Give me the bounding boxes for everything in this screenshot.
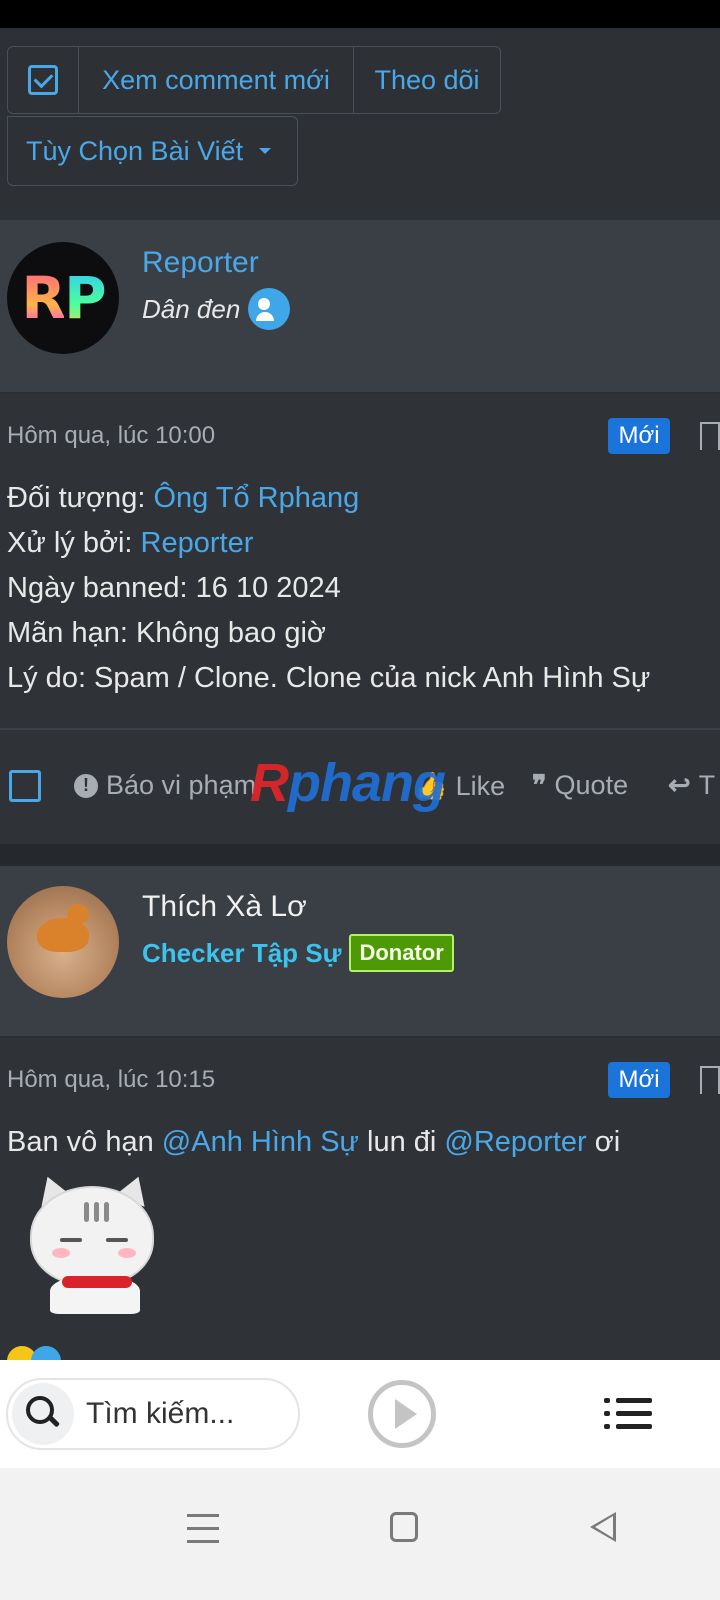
username-link[interactable]: Thích Xà Lơ	[142, 890, 307, 924]
reply-label: T	[698, 770, 716, 800]
cat-stripe	[104, 1202, 109, 1222]
reactions-summary[interactable]	[7, 1346, 67, 1360]
cat-stripe	[84, 1202, 89, 1222]
status-bar	[0, 0, 720, 28]
new-badge: Mới	[608, 1062, 670, 1098]
new-badge: Mới	[608, 418, 670, 454]
system-navigation-bar	[0, 1468, 720, 1600]
recents-menu-icon[interactable]	[187, 1514, 219, 1544]
avatar-letter-p: P	[64, 264, 106, 332]
quote-button[interactable]: ❞ Quote	[532, 770, 628, 801]
select-all-checkbox[interactable]	[7, 46, 79, 114]
watermark-rest: phang	[288, 753, 446, 813]
post-line-ban-date: Ngày banned: 16 10 2024	[7, 572, 341, 604]
content-text: Ban vô hạn	[7, 1126, 162, 1158]
reply-button[interactable]: ↩ T	[668, 770, 715, 801]
content-text: ơi	[586, 1126, 621, 1158]
mention-link[interactable]: @Anh Hình Sự	[162, 1126, 359, 1158]
cat-cheek	[118, 1248, 136, 1258]
username-link[interactable]: Reporter	[142, 246, 259, 280]
quote-icon: ❞	[532, 770, 547, 800]
select-post-checkbox[interactable]	[9, 770, 41, 802]
handler-user-link[interactable]: Reporter	[141, 527, 254, 559]
post-line-label: Đối tượng:	[7, 482, 154, 514]
post-options-dropdown[interactable]: Tùy Chọn Bài Viết	[7, 116, 298, 186]
avatar-letter-r: R	[21, 264, 66, 332]
user-title-text: Dân đen	[142, 293, 241, 324]
tiger-figure-icon	[37, 904, 89, 952]
cat-stripe	[94, 1202, 99, 1222]
menu-list-icon[interactable]	[604, 1398, 652, 1430]
search-icon[interactable]	[12, 1383, 74, 1445]
search-box[interactable]	[6, 1378, 300, 1450]
like-label: Like	[455, 770, 506, 801]
new-comments-button[interactable]: Xem comment mới	[78, 46, 354, 114]
post-line-target: Đối tượng: Ông Tổ Rphang	[7, 482, 359, 515]
reply-arrow-icon: ↩	[668, 770, 691, 800]
post-content: Ban vô hạn @Anh Hình Sự lun đi @Reporter…	[7, 1126, 620, 1159]
watermark-r: R	[250, 753, 289, 813]
cat-head	[30, 1186, 154, 1286]
content-text: lun đi	[358, 1126, 445, 1158]
post-timestamp[interactable]: Hôm qua, lúc 10:15	[7, 1066, 215, 1094]
mention-link[interactable]: @Reporter	[444, 1126, 586, 1158]
cat-eye	[106, 1238, 128, 1242]
new-comments-label: Xem comment mới	[102, 64, 330, 95]
post-options-label: Tùy Chọn Bài Viết	[26, 135, 244, 166]
post-timestamp[interactable]: Hôm qua, lúc 10:00	[7, 422, 215, 450]
user-title: Dân đen	[142, 288, 291, 330]
report-button[interactable]: ! Báo vi phạm	[74, 770, 256, 801]
bookmark-icon[interactable]	[700, 422, 720, 450]
post-line-label: Xử lý bởi:	[7, 527, 141, 559]
reaction-icon	[31, 1346, 61, 1360]
follow-button[interactable]: Theo dõi	[353, 46, 501, 114]
site-watermark: Rphang	[250, 752, 446, 814]
post-user-header: RP Reporter Dân đen	[0, 220, 720, 392]
post-body: Hôm qua, lúc 10:00 Mới Đối tượng: Ông Tổ…	[0, 394, 720, 728]
search-input[interactable]	[86, 1397, 286, 1431]
thread-toolbar: Xem comment mới Theo dõi Tùy Chọn Bài Vi…	[0, 28, 720, 224]
cat-sticker-image	[22, 1171, 164, 1314]
cat-cheek	[52, 1248, 70, 1258]
avatar[interactable]	[7, 886, 119, 998]
post-line-expiry: Mãn hạn: Không bao giờ	[7, 617, 326, 649]
bookmark-icon[interactable]	[700, 1066, 720, 1094]
warning-icon: !	[74, 773, 98, 798]
play-button[interactable]	[368, 1380, 436, 1448]
avatar[interactable]: RP	[7, 242, 119, 354]
back-triangle-icon[interactable]	[590, 1512, 616, 1542]
bottom-toolbar	[0, 1360, 720, 1468]
cat-scarf	[62, 1276, 132, 1288]
checkbox-check-icon	[28, 65, 58, 95]
follow-label: Theo dõi	[374, 64, 480, 95]
post-separator	[0, 844, 720, 866]
post-line-reason: Lý do: Spam / Clone. Clone của nick Anh …	[7, 662, 651, 694]
report-label: Báo vi phạm	[106, 770, 257, 800]
caret-down-icon	[259, 148, 272, 154]
donator-badge: Donator	[349, 934, 454, 972]
quote-label: Quote	[554, 770, 629, 800]
cat-eye	[60, 1238, 82, 1242]
home-square-icon[interactable]	[390, 1512, 418, 1542]
user-verified-icon	[248, 288, 291, 330]
post-user-header: Thích Xà Lơ Checker Tập Sự Donator	[0, 866, 720, 1036]
post-line-handler: Xử lý bởi: Reporter	[7, 527, 253, 560]
target-user-link[interactable]: Ông Tổ Rphang	[153, 482, 359, 514]
user-title-text: Checker Tập Sự	[142, 937, 342, 968]
user-title: Checker Tập Sự Donator	[142, 934, 454, 972]
